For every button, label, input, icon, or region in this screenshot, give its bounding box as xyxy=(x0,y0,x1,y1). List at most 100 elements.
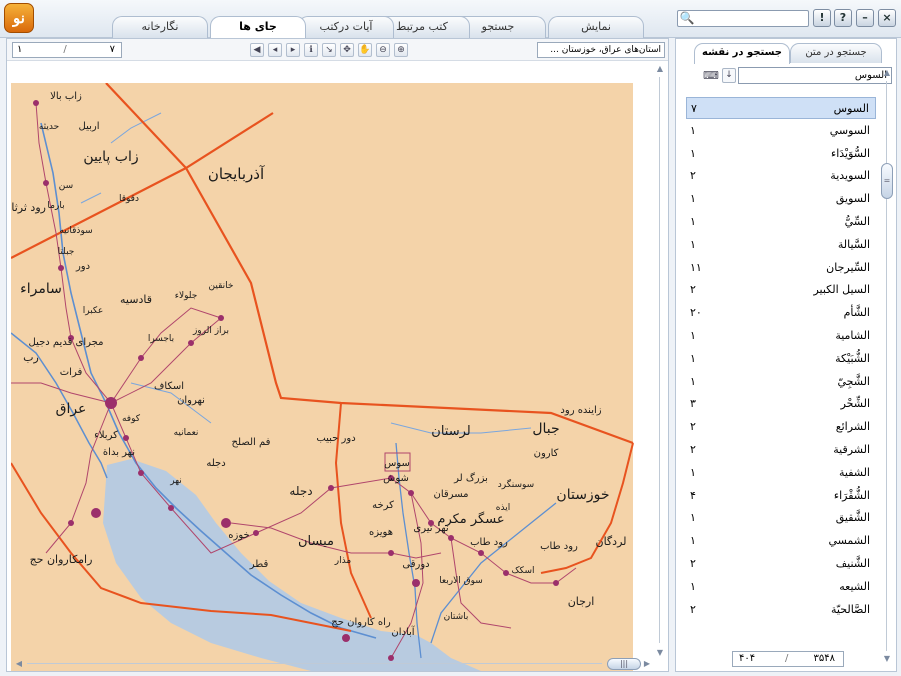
result-row[interactable]: السَّيالة ۱ xyxy=(686,234,876,256)
label-arjan: ارجان xyxy=(568,595,595,608)
tab-search-in-map[interactable]: جستجو در نقشه xyxy=(694,43,790,64)
hscroll-thumb[interactable]: ||| xyxy=(607,658,641,670)
alert-button[interactable]: ! xyxy=(813,9,831,27)
result-row[interactable]: السِّيُّ ۱ xyxy=(686,211,876,233)
result-row[interactable]: الشَّنيف ۲ xyxy=(686,553,876,575)
page-number-field[interactable]: ۱ / ۷ xyxy=(12,42,122,58)
help-button[interactable]: ? xyxy=(834,9,852,27)
result-count: ۱ xyxy=(690,465,696,479)
place-search-input[interactable]: السوس xyxy=(738,67,892,84)
search-icon[interactable]: 🔍 xyxy=(679,10,695,26)
result-name: الشُّقْرَاء xyxy=(833,488,870,502)
result-count: ۴ xyxy=(690,488,696,502)
result-row[interactable]: الشامية ۱ xyxy=(686,325,876,347)
zoom-in-icon[interactable]: ⊕ xyxy=(394,43,408,57)
zoom-out-icon[interactable]: ⊖ xyxy=(376,43,390,57)
result-row[interactable]: الشفية ۱ xyxy=(686,462,876,484)
result-name: السويدية xyxy=(830,169,870,183)
result-row[interactable]: السِّيرجان ۱۱ xyxy=(686,257,876,279)
label-sen: سن xyxy=(59,181,73,191)
result-row[interactable]: الشُّبَيْكة ۱ xyxy=(686,348,876,370)
result-row[interactable]: السوس ۷ xyxy=(686,97,876,119)
result-count: ۱ xyxy=(690,329,696,342)
results-scroll-down-icon[interactable]: ▼ xyxy=(881,653,893,665)
label-maysan: میسان xyxy=(298,534,334,549)
label-ukbara: عکبرا xyxy=(83,306,104,316)
result-row[interactable]: السويق ۱ xyxy=(686,188,876,210)
result-count: ۳ xyxy=(690,397,696,411)
scroll-up-icon[interactable]: ▲ xyxy=(654,63,666,75)
label-fam-alsolh: فم الصلح xyxy=(232,437,271,448)
map-canvas[interactable]: سوس آذربایجان زاب بالا اربیل حدیثه زاب پ… xyxy=(11,83,641,671)
result-row[interactable]: الشرقية ۲ xyxy=(686,439,876,461)
result-row[interactable]: السويدية ۲ xyxy=(686,165,876,187)
status-total: ۳۵۴۸ xyxy=(813,653,835,664)
scroll-track xyxy=(659,77,660,643)
result-name: السويق xyxy=(835,192,870,206)
result-row[interactable]: السيل الكبير ۲ xyxy=(686,279,876,301)
label-luristan: لرستان xyxy=(431,424,470,439)
scroll-left-icon[interactable]: ◀ xyxy=(13,658,25,670)
label-daqouqa: دقوقا xyxy=(119,194,139,204)
label-dour-habib: دور حبیب xyxy=(316,433,355,444)
location-select[interactable]: استان‌های عراق، خوزستان ... xyxy=(537,42,665,58)
result-name: السيل الكبير xyxy=(813,283,870,297)
result-row[interactable]: الشَّجِيّ ۱ xyxy=(686,371,876,393)
pan-hand-icon[interactable]: ✋ xyxy=(358,43,372,57)
keyboard-icon[interactable]: ⌨ xyxy=(702,68,720,83)
tab-search-in-text[interactable]: جستجو در متن xyxy=(790,43,882,63)
label-sudaqaniyeh: سوذقانیه xyxy=(59,226,92,236)
result-count: ۱ xyxy=(690,374,696,388)
page-separator: / xyxy=(63,44,67,55)
label-rud-tharthar: رود ثرثار xyxy=(11,201,46,214)
map-view[interactable]: سوس آذربایجان زاب بالا اربیل حدیثه زاب پ… xyxy=(11,83,641,671)
result-row[interactable]: الصَّالحيّة ۲ xyxy=(686,599,876,621)
label-basht: باشتان xyxy=(444,612,469,622)
result-name: الشُّبَيْكة xyxy=(835,351,870,365)
map-horizontal-scrollbar[interactable]: ◀ ||| ▶ xyxy=(13,657,653,671)
result-name: الشفية xyxy=(838,465,870,479)
results-scrollbar[interactable]: ▲ = ▼ xyxy=(880,67,894,667)
minimize-button[interactable]: – xyxy=(856,9,874,27)
top-search-input[interactable] xyxy=(677,10,809,27)
tab-verses-in-books[interactable]: آیات درکتب xyxy=(298,16,394,38)
result-row[interactable]: الشيعه ۱ xyxy=(686,576,876,598)
scroll-down-icon[interactable]: ▼ xyxy=(654,647,666,659)
first-page-icon[interactable]: ◀ xyxy=(250,43,264,57)
prev-page-icon[interactable]: ◂ xyxy=(268,43,282,57)
result-row[interactable]: الشُّقْرَاء ۴ xyxy=(686,485,876,507)
label-khuzestan: خوزستان xyxy=(556,487,609,503)
tab-gallery[interactable]: نگارخانه xyxy=(112,16,208,38)
result-row[interactable]: الشرائع ۲ xyxy=(686,416,876,438)
scroll-right-icon[interactable]: ▶ xyxy=(641,658,653,670)
label-zab-bala: زاب بالا xyxy=(50,91,82,102)
result-row[interactable]: السوسي ۱ xyxy=(686,120,876,142)
result-count: ۱ xyxy=(690,511,696,525)
map-vertical-scrollbar[interactable]: ▲ ▼ xyxy=(653,63,667,659)
label-jibal: جبال xyxy=(532,421,559,437)
label-bozorg-lor: بزرگ لر xyxy=(453,471,488,484)
label-rud-tab: رود طاب xyxy=(540,541,578,552)
result-row[interactable]: الشَّقيق ۱ xyxy=(686,507,876,529)
next-page-icon[interactable]: ▸ xyxy=(286,43,300,57)
measure-icon[interactable]: ↘ xyxy=(322,43,336,57)
arrow-down-icon[interactable]: ↓ xyxy=(722,68,736,83)
label-tarq: راه کاروان حج xyxy=(331,617,391,628)
result-row[interactable]: السُّوَيْدَاء ۱ xyxy=(686,143,876,165)
tab-places[interactable]: جای ها xyxy=(210,16,306,39)
tab-display[interactable]: نمایش xyxy=(548,16,644,38)
result-row[interactable]: الشمسي ۱ xyxy=(686,530,876,552)
label-khwaz: خوزه xyxy=(228,530,249,541)
close-button[interactable]: × xyxy=(878,9,896,27)
result-name: السوسي xyxy=(829,123,870,137)
results-scroll-thumb[interactable]: = xyxy=(881,163,893,199)
result-count: ۱۱ xyxy=(690,260,702,274)
info-icon[interactable]: ℹ xyxy=(304,43,318,57)
result-row[interactable]: الشَّأم ۲۰ xyxy=(686,302,876,324)
results-scroll-up-icon[interactable]: ▲ xyxy=(881,67,893,79)
label-dorqi: دورقی xyxy=(402,559,429,570)
result-row[interactable]: الشِّحْر ۳ xyxy=(686,393,876,415)
move-icon[interactable]: ✥ xyxy=(340,43,354,57)
result-count: ۲ xyxy=(690,602,696,616)
result-count: ۲ xyxy=(690,443,696,456)
